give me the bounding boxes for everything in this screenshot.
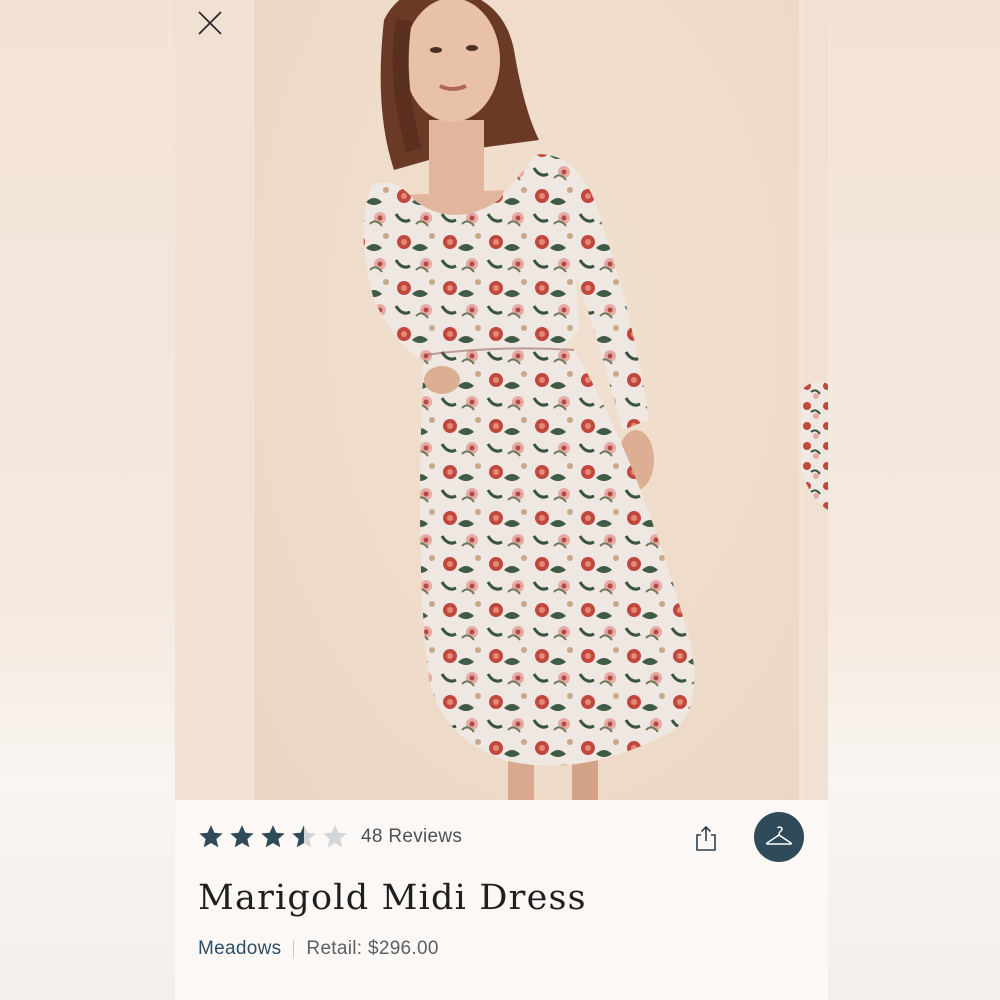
divider bbox=[293, 940, 295, 958]
background-blur-left bbox=[0, 0, 175, 1000]
product-detail-screen: 48 Reviews Marigold Midi Dress Meadows R… bbox=[175, 0, 828, 1000]
model-illustration bbox=[363, 0, 695, 800]
retail-price: Retail: $296.00 bbox=[306, 938, 439, 959]
product-title: Marigold Midi Dress bbox=[198, 878, 587, 918]
background-blur-right bbox=[828, 0, 1000, 1000]
star-icon bbox=[199, 825, 223, 848]
product-info-panel: 48 Reviews Marigold Midi Dress Meadows R… bbox=[175, 800, 828, 1000]
close-button[interactable] bbox=[195, 8, 225, 38]
reviews-link[interactable]: 48 Reviews bbox=[361, 826, 462, 848]
star-icon bbox=[261, 825, 285, 848]
star-icon bbox=[323, 825, 347, 848]
share-button[interactable] bbox=[690, 822, 722, 854]
image-gallery[interactable] bbox=[175, 0, 828, 800]
star-icon bbox=[292, 825, 316, 848]
hanger-icon bbox=[765, 826, 793, 845]
product-photo[interactable] bbox=[254, 0, 799, 800]
product-meta: Meadows Retail: $296.00 bbox=[198, 938, 439, 960]
share-icon bbox=[696, 825, 716, 851]
star-rating bbox=[197, 823, 349, 851]
rating-row: 48 Reviews bbox=[197, 822, 462, 852]
next-photo-peek bbox=[801, 381, 828, 510]
close-icon bbox=[198, 11, 222, 35]
star-icon bbox=[230, 825, 254, 848]
brand-link[interactable]: Meadows bbox=[198, 938, 281, 960]
gallery-slide-next[interactable] bbox=[801, 0, 828, 800]
add-to-closet-button[interactable] bbox=[754, 812, 804, 862]
gallery-slide-previous[interactable] bbox=[175, 0, 252, 800]
